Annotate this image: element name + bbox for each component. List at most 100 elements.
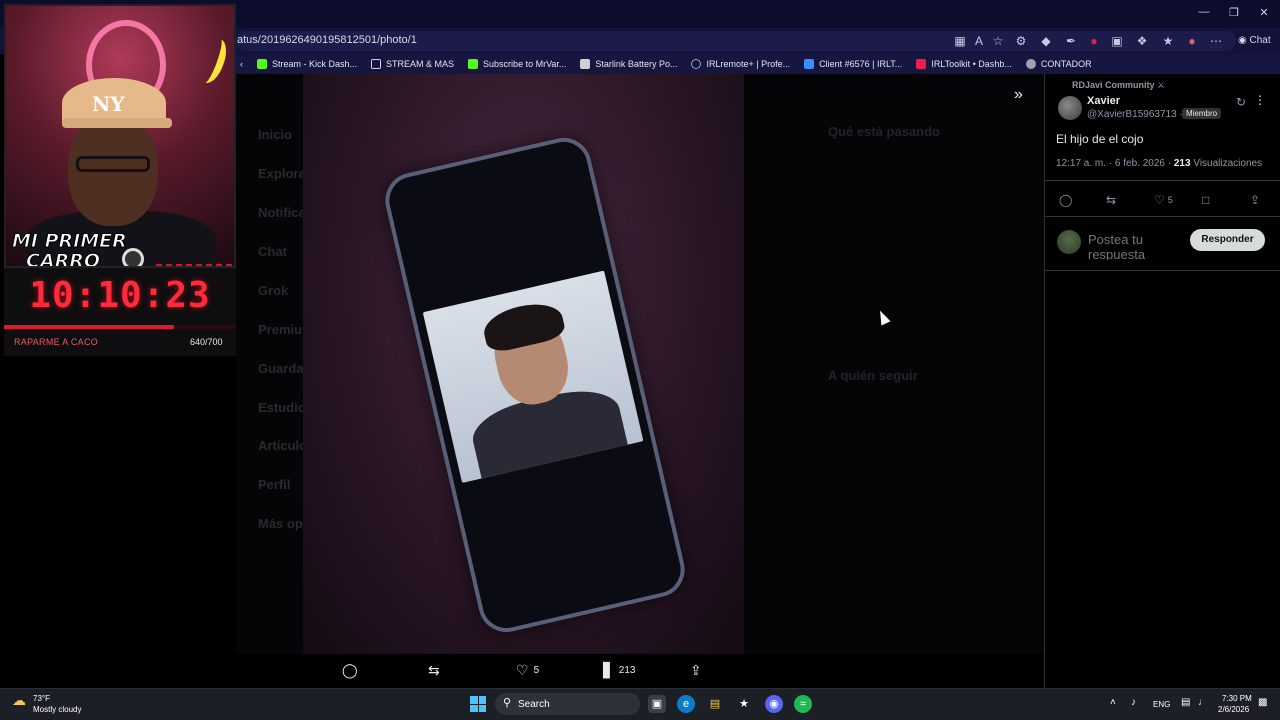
bookmark-irltoolkit[interactable]: IRLToolkit • Dashb... bbox=[916, 59, 1012, 69]
photo-like-button[interactable]: ♡ 5 bbox=[516, 662, 539, 679]
folder-icon bbox=[371, 59, 382, 69]
share-button[interactable]: ⇪ bbox=[1250, 193, 1260, 207]
photo-repost-button[interactable]: ⇆ bbox=[428, 662, 440, 679]
photo-views-button[interactable]: ▋ 213 bbox=[603, 662, 635, 679]
app-available-icon[interactable]: ▦ bbox=[952, 33, 968, 49]
extension-diamond-icon[interactable]: ◆ bbox=[1038, 33, 1054, 49]
weather-icon[interactable]: ☁ bbox=[12, 692, 26, 709]
ny-logo: NY bbox=[92, 92, 125, 116]
member-badge: Miembro bbox=[1182, 108, 1222, 119]
nav-item: Estudio bbox=[258, 400, 306, 415]
share-icon: ⇪ bbox=[690, 662, 702, 678]
taskbar-search[interactable] bbox=[495, 693, 640, 715]
bookmarks-bar: ‹ Stream - Kick Dash... STREAM & MAS Sub… bbox=[236, 54, 1280, 74]
author-avatar[interactable] bbox=[1058, 96, 1082, 120]
reply-submit-button[interactable]: Responder bbox=[1190, 229, 1265, 251]
bookmark-icon: □ bbox=[1202, 193, 1210, 207]
chat-label: Chat bbox=[1249, 35, 1271, 46]
start-button[interactable] bbox=[470, 696, 486, 712]
spotify-icon[interactable]: ≈ bbox=[794, 695, 812, 713]
bookmark-label: STREAM & MAS bbox=[386, 59, 455, 69]
phone-screen bbox=[422, 270, 644, 483]
volume-icon[interactable]: ♩ bbox=[1198, 697, 1208, 708]
banana-neon bbox=[194, 35, 232, 87]
weather-desc[interactable]: Mostly cloudy bbox=[33, 705, 81, 714]
community-label[interactable]: RDJavi Community ⚔ bbox=[1072, 80, 1165, 91]
app-icon[interactable]: ★ bbox=[735, 695, 753, 713]
extension-icon[interactable]: ⚙ bbox=[1013, 33, 1029, 49]
weather-temp[interactable]: 73°F bbox=[33, 694, 50, 703]
extension-red-icon[interactable]: ● bbox=[1086, 33, 1102, 49]
bookmark-contador[interactable]: CONTADOR bbox=[1025, 59, 1092, 69]
cap-brim bbox=[62, 118, 172, 128]
microphone-icon[interactable]: ♪ bbox=[1131, 697, 1136, 708]
tweet-views-label: Visualizaciones bbox=[1190, 158, 1263, 169]
favorite-star-icon[interactable]: ☆ bbox=[990, 33, 1006, 49]
author-name[interactable]: Xavier bbox=[1087, 95, 1120, 107]
streamer-glasses bbox=[76, 156, 150, 172]
copilot-chat-button[interactable]: ◉ Chat bbox=[1232, 31, 1277, 51]
wheel-icon bbox=[122, 248, 144, 266]
extensions-puzzle-icon[interactable]: ❖ bbox=[1134, 33, 1150, 49]
bookmark-button[interactable]: □ bbox=[1202, 193, 1209, 207]
bookmark-folder-stream[interactable]: STREAM & MAS bbox=[371, 59, 454, 69]
nav-item: Chat bbox=[258, 244, 287, 259]
goal-label: RAPARME A CACO bbox=[14, 337, 99, 347]
photo-share-button[interactable]: ⇪ bbox=[690, 662, 702, 679]
promo-line-2: CARRO bbox=[25, 250, 101, 268]
bookmark-subscribe[interactable]: Subscribe to MrVar... bbox=[468, 59, 566, 69]
goal-progress-fill bbox=[4, 325, 174, 329]
tweet-timestamp[interactable]: 12:17 a. m. · 6 feb. 2026 · bbox=[1056, 158, 1174, 169]
clock-time[interactable]: 7:30 PM bbox=[1222, 694, 1252, 703]
discord-icon[interactable]: ◉ bbox=[765, 695, 783, 713]
tweet-view-count: 213 bbox=[1173, 158, 1191, 169]
extension-square-icon[interactable]: ▣ bbox=[1109, 33, 1125, 49]
tray-chevron-icon[interactable]: ˄ bbox=[1110, 697, 1116, 708]
tweet-text: El hijo de el cojo bbox=[1056, 132, 1144, 146]
photo-reply-button[interactable]: ◯ bbox=[342, 662, 358, 679]
minimize-icon[interactable]: — bbox=[1196, 6, 1212, 18]
bookmark-label: Starlink Battery Po... bbox=[595, 59, 678, 69]
bookmark-kick-dashboard[interactable]: Stream - Kick Dash... bbox=[257, 59, 357, 69]
language-indicator[interactable]: ENG bbox=[1153, 700, 1170, 709]
profile-avatar-icon[interactable]: ● bbox=[1184, 33, 1200, 49]
divider bbox=[1044, 216, 1280, 217]
extension-pen-icon[interactable]: ✒ bbox=[1063, 33, 1079, 49]
edge-icon[interactable]: e bbox=[677, 695, 695, 713]
reply-icon: ◯ bbox=[1059, 193, 1073, 207]
restore-icon[interactable]: ❐ bbox=[1226, 6, 1242, 19]
like-button[interactable]: ♡ 5 bbox=[1154, 193, 1173, 207]
bookmark-irlremote[interactable]: IRLremote+ | Profe... bbox=[691, 59, 790, 69]
network-icon[interactable]: ▤ bbox=[1181, 697, 1190, 708]
reply-button[interactable]: ◯ bbox=[1059, 193, 1072, 207]
globe-icon bbox=[691, 59, 702, 69]
notification-icon[interactable]: ▩ bbox=[1258, 697, 1267, 708]
bookmark-label: IRLremote+ | Profe... bbox=[706, 59, 791, 69]
bookmark-label: Stream - Kick Dash... bbox=[272, 59, 358, 69]
clock-date[interactable]: 2/6/2026 bbox=[1218, 705, 1249, 714]
task-view-icon[interactable]: ▣ bbox=[648, 695, 666, 713]
follow-title: A quién seguir bbox=[828, 368, 918, 383]
url-text[interactable]: atus/2019626490195812501/photo/1 bbox=[237, 34, 417, 46]
view-count: 213 bbox=[618, 665, 636, 676]
contador-icon bbox=[1025, 59, 1036, 69]
menu-dots-icon[interactable]: ⋯ bbox=[1208, 33, 1224, 49]
kick-icon bbox=[257, 59, 267, 69]
file-explorer-icon[interactable]: ▤ bbox=[706, 695, 724, 713]
author-handle[interactable]: @XavierB15963713 · bbox=[1087, 109, 1183, 120]
bookmark-chevron-icon[interactable]: ‹ bbox=[240, 59, 243, 69]
bookmark-client[interactable]: Client #6576 | IRLT... bbox=[804, 59, 902, 69]
repost-button[interactable]: ⇆ bbox=[1106, 193, 1116, 207]
favorites-icon[interactable]: ★ bbox=[1160, 33, 1176, 49]
grok-icon[interactable]: ↻ bbox=[1236, 95, 1246, 109]
more-options-icon[interactable]: ⋮ bbox=[1254, 93, 1266, 107]
close-icon[interactable]: ✕ bbox=[1256, 6, 1272, 19]
expand-panel-icon[interactable]: » bbox=[1014, 86, 1023, 104]
divider bbox=[1044, 270, 1280, 271]
bookmark-starlink[interactable]: Starlink Battery Po... bbox=[580, 59, 677, 69]
like-count: 5 bbox=[533, 665, 540, 676]
reply-input[interactable]: Postea tu respuesta bbox=[1088, 232, 1178, 260]
bookmark-label: Client #6576 | IRLT... bbox=[819, 59, 903, 69]
read-aloud-icon[interactable]: A bbox=[971, 33, 987, 49]
search-label: Search bbox=[518, 699, 550, 710]
